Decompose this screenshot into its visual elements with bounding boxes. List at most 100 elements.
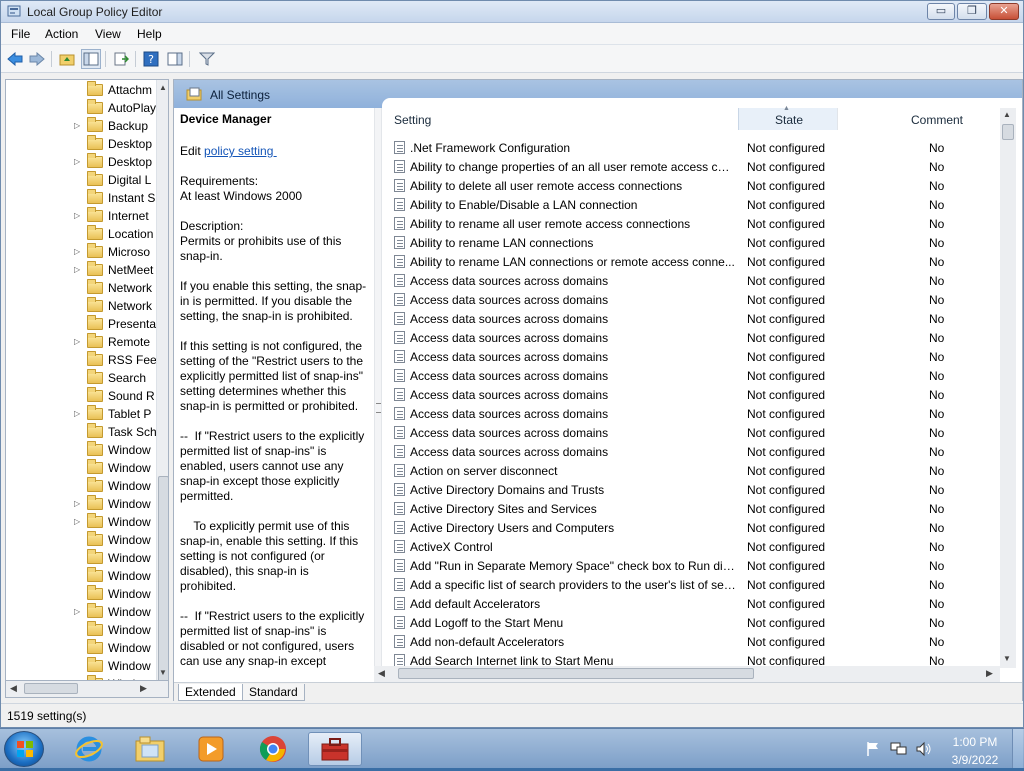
tree-item[interactable]: Desktop (6, 135, 156, 153)
tree-horizontal-scrollbar[interactable]: ◀ ▶ (5, 681, 169, 698)
table-row[interactable]: Add default Accelerators Not configured No (390, 594, 1008, 613)
menu-action[interactable]: Action (45, 27, 78, 41)
filter-button[interactable] (197, 49, 217, 69)
scroll-up-arrow-icon[interactable]: ▲ (159, 83, 167, 92)
tree-item[interactable]: Network (6, 297, 156, 315)
table-row[interactable]: Ability to change properties of an all u… (390, 157, 1008, 176)
table-row[interactable]: Ability to rename all user remote access… (390, 214, 1008, 233)
taskbar-internet-explorer[interactable] (62, 732, 116, 766)
tree-item[interactable]: Window (6, 549, 156, 567)
table-row[interactable]: Add Logoff to the Start Menu Not configur… (390, 613, 1008, 632)
tree-item[interactable]: Location (6, 225, 156, 243)
scroll-up-arrow-icon[interactable]: ▲ (1003, 110, 1011, 119)
table-row[interactable]: Access data sources across domains Not co… (390, 442, 1008, 461)
tree-item[interactable]: ▷ Microso (6, 243, 156, 261)
maximize-button[interactable]: ❐ (957, 3, 987, 20)
tree-item[interactable]: Digital L (6, 171, 156, 189)
expand-arrow-icon[interactable]: ▷ (74, 499, 80, 508)
scroll-left-arrow-icon[interactable]: ◀ (378, 668, 385, 679)
table-row[interactable]: Access data sources across domains Not co… (390, 366, 1008, 385)
tree-item[interactable]: ▷ Desktop (6, 153, 156, 171)
tree-vertical-scrollbar[interactable]: ▲ ▼ (156, 80, 168, 680)
list-vertical-scrollbar[interactable]: ▲ ▼ (1000, 108, 1016, 668)
forward-button[interactable] (27, 49, 47, 69)
taskbar-chrome[interactable] (246, 732, 300, 766)
export-list-button[interactable] (111, 49, 131, 69)
console-tree[interactable]: Attachm AutoPlay ▷ Backup Desktop ▷ Desktop Dig… (5, 79, 169, 681)
pane-splitter[interactable] (374, 108, 382, 680)
up-one-level-button[interactable] (57, 49, 77, 69)
expand-arrow-icon[interactable]: ▷ (74, 247, 80, 256)
table-row[interactable]: Ability to rename LAN connections Not con… (390, 233, 1008, 252)
table-row[interactable]: Access data sources across domains Not co… (390, 290, 1008, 309)
tree-item[interactable]: ▷ Remote (6, 333, 156, 351)
network-icon[interactable] (890, 741, 908, 757)
start-button[interactable] (4, 731, 44, 767)
table-row[interactable]: Add "Run in Separate Memory Space" check… (390, 556, 1008, 575)
tab-standard[interactable]: Standard (242, 684, 305, 701)
tree-item[interactable]: Window (6, 567, 156, 585)
table-row[interactable]: Ability to delete all user remote access… (390, 176, 1008, 195)
title-bar[interactable]: Local Group Policy Editor ▭ ❐ ✕ (1, 1, 1023, 23)
tree-item[interactable]: ▷ Tablet P (6, 405, 156, 423)
edit-policy-setting-link[interactable]: policy setting (204, 144, 277, 158)
table-row[interactable]: Ability to rename LAN connections or rem… (390, 252, 1008, 271)
tree-scroll-thumb[interactable] (158, 476, 168, 680)
expand-arrow-icon[interactable]: ▷ (74, 607, 80, 616)
action-center-flag-icon[interactable] (866, 741, 880, 757)
tree-item[interactable]: Sound R (6, 387, 156, 405)
expand-arrow-icon[interactable]: ▷ (74, 157, 80, 166)
list-horizontal-scrollbar[interactable]: ◀ ▶ (374, 666, 1000, 682)
tree-item[interactable]: ▷ Backup (6, 117, 156, 135)
tree-item[interactable]: ▷ Window (6, 495, 156, 513)
expand-arrow-icon[interactable]: ▷ (74, 211, 80, 220)
close-button[interactable]: ✕ (989, 3, 1019, 20)
minimize-button[interactable]: ▭ (927, 3, 955, 20)
expand-arrow-icon[interactable]: ▷ (74, 517, 80, 526)
table-row[interactable]: Access data sources across domains Not co… (390, 347, 1008, 366)
tree-item[interactable]: Presenta (6, 315, 156, 333)
table-row[interactable]: Access data sources across domains Not co… (390, 385, 1008, 404)
help-button[interactable]: ? (141, 49, 161, 69)
settings-list[interactable]: Setting State ▲ Comment .Net Framework C… (382, 98, 1022, 680)
table-row[interactable]: Ability to Enable/Disable a LAN connecti… (390, 195, 1008, 214)
system-clock[interactable]: 1:00 PM 3/9/2022 (948, 735, 1002, 767)
tree-hscroll-thumb[interactable] (24, 683, 78, 694)
tree-item[interactable]: Window (6, 477, 156, 495)
taskbar-group-policy-editor[interactable] (308, 732, 362, 766)
column-header-setting[interactable]: Setting (390, 108, 746, 130)
taskbar-media-player[interactable] (184, 732, 238, 766)
tree-item[interactable]: ▷ Window (6, 513, 156, 531)
column-header-comment[interactable]: Comment (838, 108, 1008, 130)
scroll-left-arrow-icon[interactable]: ◀ (10, 683, 17, 694)
menu-help[interactable]: Help (137, 27, 162, 41)
table-row[interactable]: Active Directory Users and Computers Not … (390, 518, 1008, 537)
tab-extended[interactable]: Extended (178, 684, 243, 701)
tree-item[interactable]: Window (6, 639, 156, 657)
back-button[interactable] (5, 49, 25, 69)
table-row[interactable]: Add a specific list of search providers … (390, 575, 1008, 594)
tree-item[interactable]: ▷ Window (6, 603, 156, 621)
menu-view[interactable]: View (95, 27, 121, 41)
tree-item[interactable]: Window (6, 657, 156, 675)
show-hide-console-tree-button[interactable] (81, 49, 101, 69)
expand-arrow-icon[interactable]: ▷ (74, 265, 80, 274)
tree-item[interactable]: Task Sch (6, 423, 156, 441)
table-row[interactable]: Access data sources across domains Not co… (390, 423, 1008, 442)
tree-item[interactable]: RSS Feed (6, 351, 156, 369)
tree-item[interactable]: Instant S (6, 189, 156, 207)
tree-item[interactable]: Search (6, 369, 156, 387)
menu-file[interactable]: File (11, 27, 30, 41)
tree-item[interactable]: ▷ NetMeet (6, 261, 156, 279)
list-scroll-thumb[interactable] (1002, 124, 1014, 140)
expand-arrow-icon[interactable]: ▷ (74, 409, 80, 418)
tree-item[interactable]: Window (6, 621, 156, 639)
expand-arrow-icon[interactable]: ▷ (74, 121, 80, 130)
list-hscroll-thumb[interactable] (398, 668, 754, 679)
table-row[interactable]: .Net Framework Configuration Not configur… (390, 138, 1008, 157)
column-header-state[interactable]: State ▲ (738, 105, 838, 130)
scroll-right-arrow-icon[interactable]: ▶ (140, 683, 147, 694)
volume-icon[interactable] (916, 741, 932, 757)
table-row[interactable]: Access data sources across domains Not co… (390, 309, 1008, 328)
scroll-right-arrow-icon[interactable]: ▶ (986, 668, 993, 679)
